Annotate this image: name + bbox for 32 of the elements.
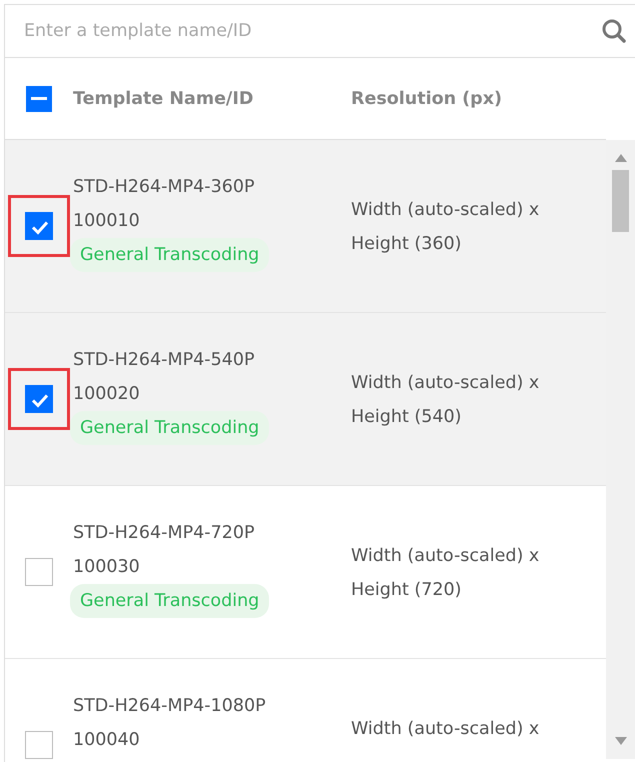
- row-checkbox[interactable]: [24, 558, 52, 586]
- template-id: 100040: [73, 729, 140, 752]
- resolution-text: Width (auto-scaled) x: [351, 199, 540, 222]
- scroll-down-icon[interactable]: [614, 737, 626, 745]
- template-id: 100020: [73, 383, 140, 406]
- search-icon[interactable]: [601, 18, 627, 44]
- row-checkbox[interactable]: [24, 731, 52, 759]
- category-tag: General Transcoding: [70, 584, 270, 618]
- category-tag: General Transcoding: [70, 411, 270, 445]
- minus-icon: [31, 97, 47, 100]
- resolution-text: Width (auto-scaled) x: [351, 372, 540, 395]
- template-id: 100030: [73, 556, 140, 579]
- row-checkbox[interactable]: [24, 212, 52, 240]
- scroll-thumb[interactable]: [612, 170, 629, 232]
- template-name: STD-H264-MP4-360P: [73, 176, 255, 199]
- resolution-text: Height (720): [351, 579, 462, 602]
- resolution-text: Width (auto-scaled) x: [351, 718, 540, 741]
- template-name: STD-H264-MP4-540P: [73, 349, 255, 372]
- template-id: 100010: [73, 210, 140, 233]
- template-name: STD-H264-MP4-720P: [73, 522, 255, 545]
- scroll-up-icon[interactable]: [614, 154, 626, 162]
- template-name: STD-H264-MP4-1080P: [73, 695, 266, 718]
- scrollbar[interactable]: [606, 140, 635, 759]
- category-tag: General Transcoding: [70, 238, 270, 272]
- search-field[interactable]: Enter a template name/ID: [22, 20, 601, 42]
- column-header: Resolution (px): [351, 88, 502, 108]
- column-header: Template Name/ID: [73, 88, 254, 108]
- select-all-checkbox[interactable]: [26, 86, 52, 112]
- resolution-text: Width (auto-scaled) x: [351, 545, 540, 568]
- resolution-text: Height (360): [351, 233, 462, 256]
- resolution-text: Height (540): [351, 406, 462, 429]
- row-checkbox[interactable]: [24, 385, 52, 413]
